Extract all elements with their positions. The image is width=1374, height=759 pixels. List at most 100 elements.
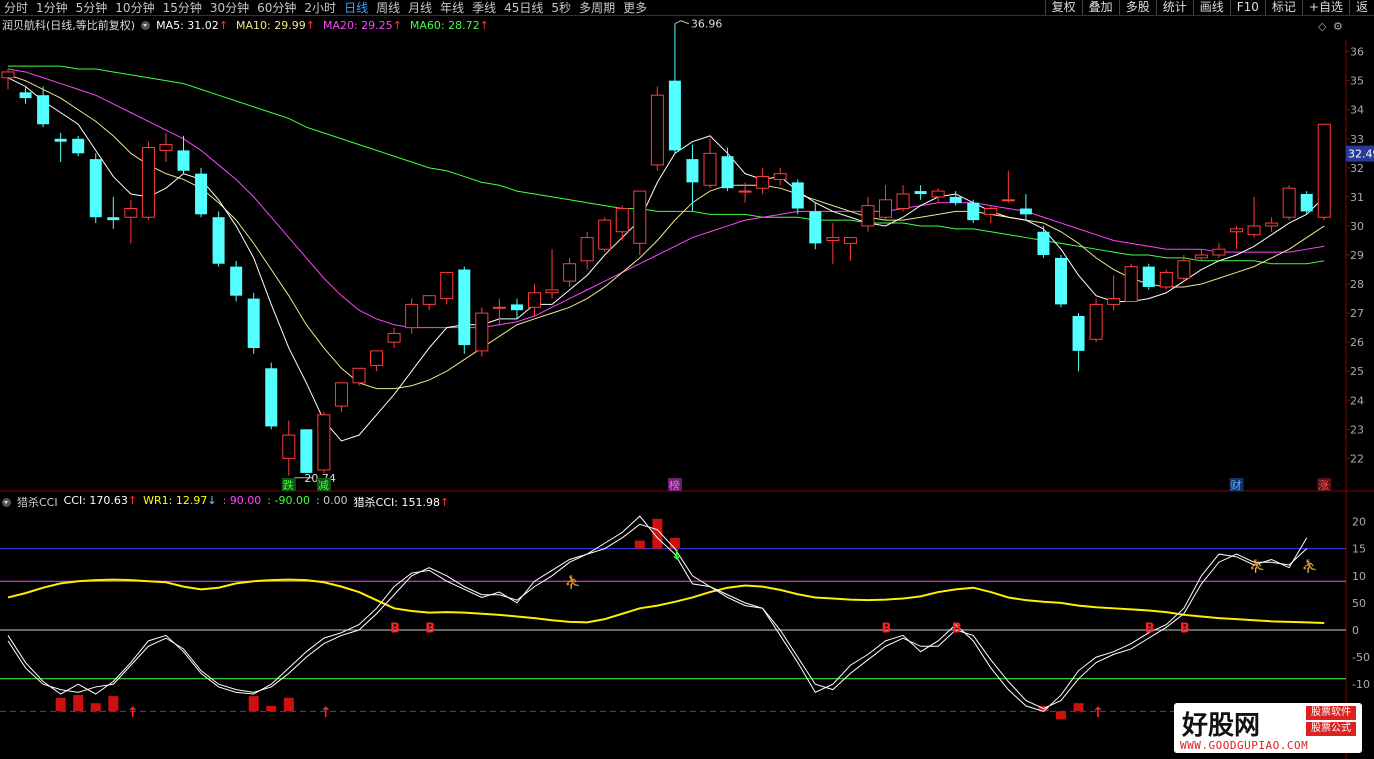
candle-body — [1230, 228, 1243, 233]
candle-body — [212, 217, 225, 264]
buy-signal-label: B — [952, 622, 962, 637]
candle-body — [54, 138, 67, 142]
running-man-icon: ⛹ — [565, 574, 581, 591]
candle-body — [1124, 266, 1138, 302]
candle-body — [1300, 193, 1313, 212]
candle-body — [124, 208, 138, 218]
candle-body — [177, 150, 190, 171]
settings-icon[interactable]: ⚙ — [1333, 20, 1343, 33]
candle-body — [458, 269, 471, 346]
candle-body — [89, 159, 102, 218]
candle-body — [1019, 208, 1032, 215]
candle-body — [230, 266, 243, 296]
price-label: 36 — [1350, 46, 1364, 59]
arrow-down-icon: ↓ — [671, 548, 683, 564]
watermark-title: 好股网 — [1182, 711, 1261, 741]
candle-body — [1317, 123, 1331, 218]
price-label: 30 — [1350, 220, 1364, 233]
candle-body — [633, 190, 647, 244]
candle-body — [668, 80, 681, 151]
candle-body — [650, 94, 664, 166]
candle-body — [563, 263, 577, 282]
event-marker: 榜 — [669, 478, 680, 492]
price-label: 33 — [1350, 133, 1364, 146]
candle-body — [809, 211, 822, 244]
high-pointer — [674, 20, 690, 25]
candle-body — [1247, 225, 1261, 236]
candle-body — [19, 92, 32, 99]
arrow-up-icon: ↑ — [1092, 705, 1104, 721]
candle-body — [1142, 266, 1155, 287]
signal-bar — [90, 703, 101, 712]
price-label: 24 — [1350, 394, 1364, 407]
candle-body — [967, 202, 980, 221]
ma5-line — [7, 77, 1325, 442]
indicator-tick-label: -10 — [1352, 678, 1370, 691]
candle-body — [773, 173, 787, 180]
candle-body — [545, 289, 559, 294]
arrow-up-icon: ↑ — [320, 705, 332, 721]
candle-body — [738, 190, 752, 193]
candle-body — [826, 237, 840, 241]
watermark-logo: 好股网 WWW.GOODGUPIAO.COM 股票软件 股票公式 — [1174, 703, 1362, 753]
kline-chart[interactable]: ◇ ⚙ 36353433323130292827262524232232.49 … — [0, 0, 1374, 759]
indicator-tick-label: 20 — [1352, 516, 1366, 529]
candle-body — [72, 138, 85, 154]
candle-body — [475, 312, 489, 352]
indicator-tick-label: 50 — [1352, 597, 1366, 610]
candle-body — [1107, 298, 1121, 305]
candle-body — [931, 190, 945, 198]
candle-body — [440, 271, 454, 300]
signal-bar — [55, 697, 66, 712]
candle-body — [879, 199, 892, 218]
candle-body — [510, 304, 523, 311]
indicator-tick-label: 15 — [1352, 543, 1366, 556]
price-label: 22 — [1350, 452, 1364, 465]
candle-body — [1089, 303, 1103, 340]
watermark-url: WWW.GOODGUPIAO.COM — [1180, 739, 1309, 752]
candle-body — [703, 152, 717, 186]
candle-body — [282, 434, 296, 459]
signal-bar — [634, 540, 645, 549]
candle-body — [1001, 199, 1015, 202]
buy-signal-label: B — [1145, 622, 1155, 637]
event-marker: 减 — [318, 479, 329, 492]
wr-line — [7, 578, 1325, 624]
candle-body — [247, 298, 260, 348]
candle-body — [721, 156, 734, 189]
candle-body — [352, 367, 366, 384]
candle-body — [370, 350, 384, 366]
candle-body — [334, 382, 348, 407]
event-marker: 跌 — [283, 478, 294, 492]
candle-body — [1055, 257, 1067, 305]
candle-body — [1072, 316, 1085, 351]
candle-body — [1159, 271, 1173, 288]
candle-body — [791, 182, 804, 209]
signal-bar — [108, 696, 119, 712]
signal-bar — [73, 695, 84, 712]
watermark-tag: 股票公式 — [1306, 722, 1356, 736]
candle-body — [528, 292, 541, 308]
current-price-label: 32.49 — [1348, 148, 1374, 161]
event-marker: 财 — [1231, 478, 1242, 492]
candle-body — [265, 368, 278, 427]
candle-body — [159, 144, 173, 151]
indicator-tick-label: -50 — [1352, 651, 1370, 664]
price-label: 23 — [1350, 423, 1364, 436]
candle-body — [949, 196, 962, 203]
price-label: 32 — [1350, 162, 1364, 175]
running-man-icon: ⛹ — [1302, 557, 1318, 574]
candle-body — [107, 217, 120, 221]
running-man-icon: ⛹ — [1249, 557, 1265, 574]
indicator-tick-label: 0 — [1352, 624, 1359, 637]
candle-body — [1194, 254, 1208, 259]
event-marker: 涨 — [1318, 479, 1329, 492]
candle-body — [1282, 187, 1296, 218]
candle-body — [1, 71, 15, 79]
price-label: 35 — [1350, 75, 1364, 88]
candle-body — [914, 191, 927, 194]
candle-body — [686, 159, 699, 183]
buy-signal-label: B — [1180, 622, 1190, 637]
ma10-line — [7, 74, 1325, 390]
diamond-icon[interactable]: ◇ — [1318, 20, 1327, 33]
